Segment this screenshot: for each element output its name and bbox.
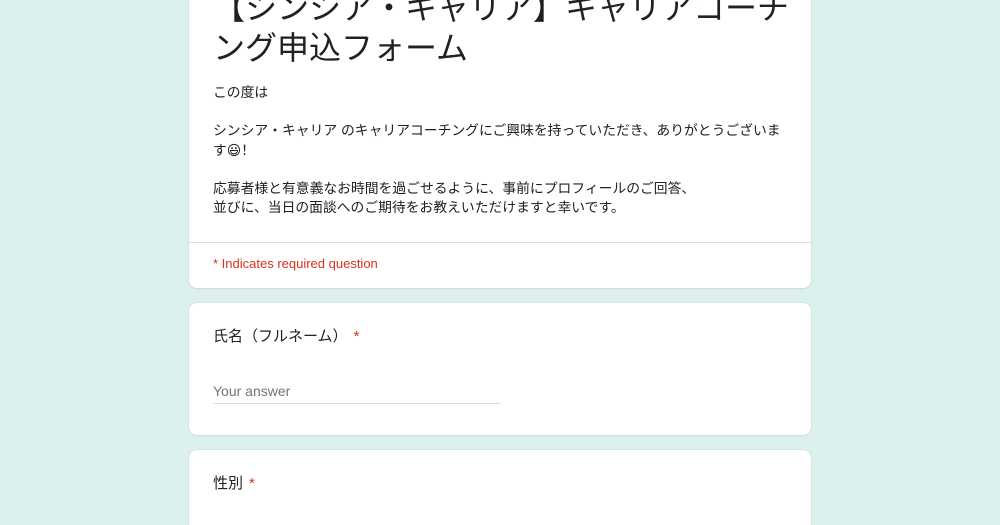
question-card-gender: 性別 *: [189, 450, 811, 525]
question-card-full-name: 氏名（フルネーム） *: [189, 303, 811, 435]
required-asterisk: *: [249, 475, 255, 492]
question-title: 性別 *: [213, 474, 787, 494]
question-label: 性別: [213, 475, 244, 492]
question-title: 氏名（フルネーム） *: [213, 327, 787, 347]
required-asterisk: *: [353, 328, 360, 345]
form-description: この度は シンシア・キャリア のキャリアコーチングにご興味を持っていただき、あり…: [213, 85, 781, 216]
form-header-card: 【シンシア・キャリア】キャリアコーチング申込フォーム この度は シンシア・キャリ…: [189, 0, 811, 289]
full-name-answer-input[interactable]: [213, 378, 500, 404]
question-label: 氏名（フルネーム）: [213, 328, 348, 345]
required-notice-section: * Indicates required question: [189, 242, 811, 288]
required-notice: * Indicates required question: [213, 256, 378, 272]
form-title: 【シンシア・キャリア】キャリアコーチング申込フォーム: [213, 0, 790, 66]
